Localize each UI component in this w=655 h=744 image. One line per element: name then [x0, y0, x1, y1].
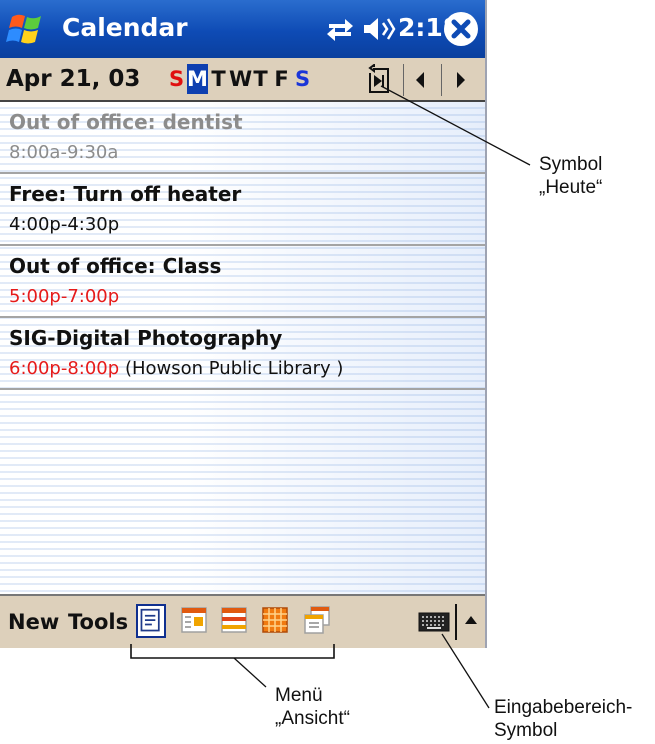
callout-line-1: Menü — [275, 685, 323, 706]
input-panel-callout: Eingabebereich- Symbol — [494, 696, 632, 742]
callout-line-2: Symbol — [494, 720, 558, 741]
callout-line-2: „Ansicht“ — [275, 708, 350, 729]
view-menu-callout: Menü „Ansicht“ — [275, 684, 350, 730]
callout-line-2: „Heute“ — [539, 177, 603, 198]
callout-line-1: Symbol — [539, 154, 603, 175]
callout-lines — [130, 85, 531, 709]
callout-line-1: Eingabebereich- — [494, 697, 633, 718]
today-icon-callout: Symbol „Heute“ — [539, 153, 602, 199]
